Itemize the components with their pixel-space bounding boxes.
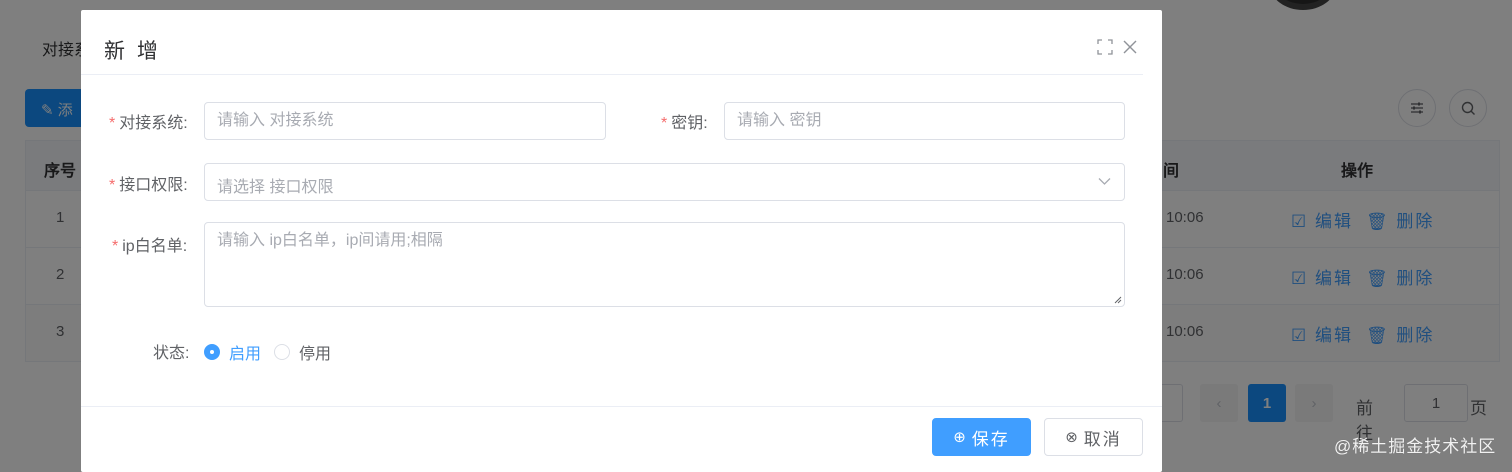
required-mark: * — [112, 238, 119, 255]
permission-label-text: 接口权限: — [119, 177, 188, 194]
resize-handle-icon[interactable] — [1114, 296, 1122, 304]
whitelist-label-text: ip白名单: — [122, 238, 188, 255]
status-option-label: 停用 — [299, 346, 332, 363]
status-label: 状态: — [153, 345, 190, 362]
secret-input[interactable] — [724, 102, 1125, 140]
close-icon[interactable] — [1122, 39, 1138, 55]
status-option-label: 启用 — [229, 346, 262, 363]
secret-label-text: 密钥: — [671, 115, 708, 132]
cancel-button-label: 取消 — [1083, 429, 1122, 449]
cancel-button[interactable]: ⊗ 取消 — [1044, 418, 1143, 456]
permission-select-placeholder: 请选择 接口权限 — [217, 179, 334, 196]
dialog-title: 新 增 — [104, 40, 161, 63]
secret-label: * 密钥: — [661, 109, 708, 133]
system-label: * 对接系统: — [109, 109, 188, 133]
radio-checked-icon — [204, 344, 220, 360]
radio-unchecked-icon — [274, 344, 290, 360]
required-mark: * — [109, 177, 116, 194]
save-button[interactable]: ⊕ 保存 — [932, 418, 1031, 456]
plus-circle-icon: ⊕ — [953, 429, 966, 446]
fullscreen-icon[interactable] — [1097, 39, 1113, 55]
watermark: @稀土掘金技术社区 — [1334, 437, 1497, 456]
add-dialog: 新 增 *对接系统: *密钥: *接口权限: 请选择 接口权限 *ip白名单: — [81, 10, 1162, 472]
chevron-down-icon — [1098, 178, 1111, 185]
save-button-label: 保存 — [971, 429, 1010, 449]
dialog-header: 新 增 — [81, 10, 1143, 75]
permission-label: * 接口权限: — [109, 171, 188, 195]
status-radio-disabled[interactable]: 停用 — [274, 340, 331, 364]
required-mark: * — [109, 115, 116, 132]
whitelist-label: * ip白名单: — [112, 232, 187, 256]
required-mark: * — [661, 115, 668, 132]
permission-select[interactable]: 请选择 接口权限 — [204, 163, 1125, 201]
close-circle-icon: ⊗ — [1065, 429, 1078, 446]
whitelist-textarea[interactable] — [204, 222, 1125, 307]
status-radio-enabled[interactable]: 启用 — [204, 340, 261, 364]
system-input[interactable] — [204, 102, 606, 140]
system-label-text: 对接系统: — [119, 115, 188, 132]
